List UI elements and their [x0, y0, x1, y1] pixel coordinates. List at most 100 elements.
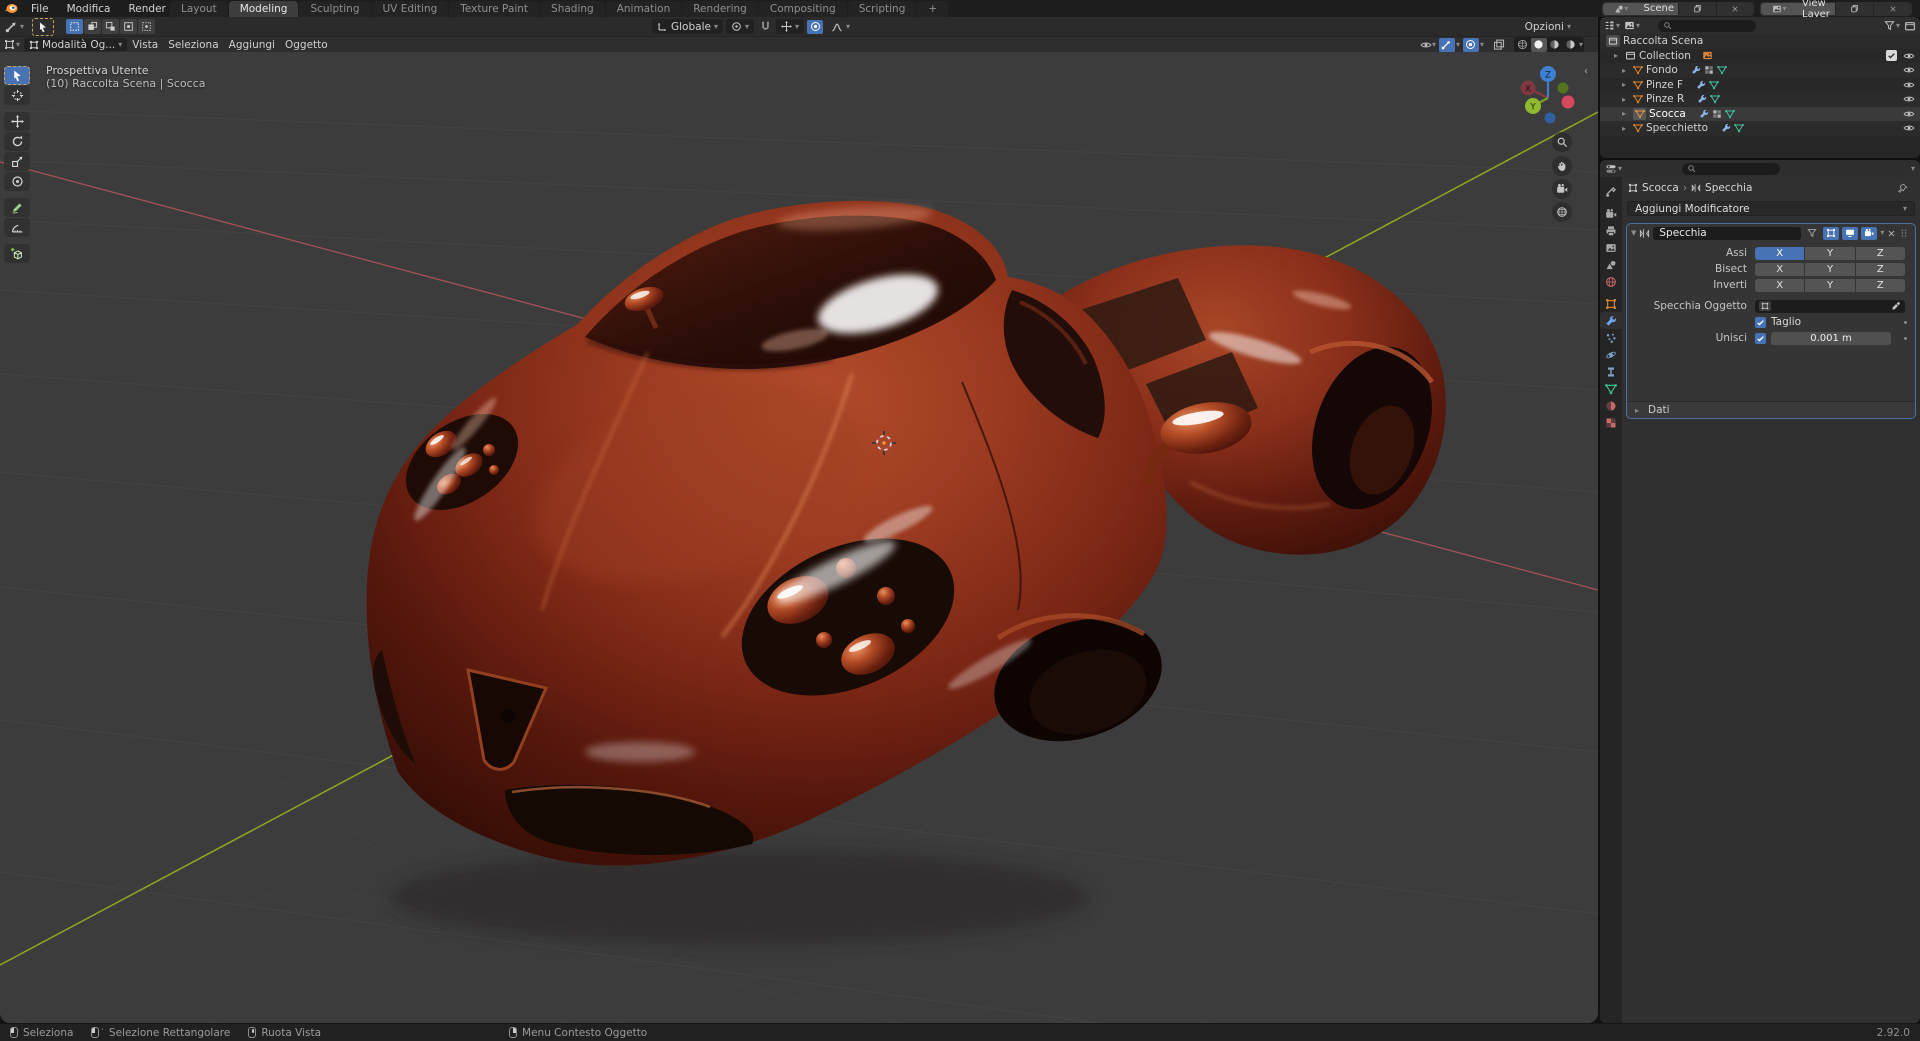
tool-scale[interactable] — [4, 152, 30, 171]
blender-logo-icon[interactable] — [0, 3, 22, 14]
hide-eye-icon[interactable] — [1903, 108, 1915, 120]
modifier-name-input[interactable]: Specchia — [1653, 226, 1802, 240]
shading-wireframe-button[interactable] — [1515, 38, 1531, 52]
axis-x-button[interactable]: X — [1755, 246, 1805, 260]
tab-compositing[interactable]: Compositing — [758, 1, 847, 17]
tab-texture-paint[interactable]: Texture Paint — [449, 1, 540, 17]
menu-aggiungi[interactable]: Aggiungi — [224, 37, 280, 52]
gizmo-neg-y-dot[interactable] — [1557, 82, 1569, 94]
outliner-display-mode-dropdown[interactable]: ▾ — [1624, 20, 1640, 31]
delete-view-layer-button[interactable] — [1873, 2, 1911, 15]
show-in-edit-mode-toggle[interactable] — [1823, 226, 1840, 240]
new-view-layer-button[interactable] — [1835, 2, 1873, 15]
tab-scene[interactable] — [1600, 256, 1622, 273]
menu-render[interactable]: Render — [119, 0, 174, 17]
tab-shading[interactable]: Shading — [540, 1, 605, 17]
outliner-row-pinze-r[interactable]: ▸ Pinze R — [1600, 92, 1920, 107]
axis-y-button[interactable]: Y — [1805, 246, 1855, 260]
properties-editor-type-dropdown[interactable]: ▾ — [1605, 163, 1622, 175]
shading-solid-button[interactable] — [1530, 37, 1547, 52]
add-modifier-dropdown[interactable]: Aggiungi Modificatore ▾ — [1627, 201, 1915, 216]
breadcrumb-modifier[interactable]: Specchia — [1705, 182, 1752, 194]
expand-arrow-icon[interactable]: ▸ — [1622, 124, 1630, 133]
tab-texture[interactable] — [1600, 414, 1622, 431]
breadcrumb-object[interactable]: Scocca — [1642, 182, 1679, 194]
tab-modifiers[interactable] — [1600, 312, 1622, 329]
car-model[interactable] — [366, 200, 1453, 945]
tool-move[interactable] — [4, 112, 30, 131]
camera-view-button[interactable] — [1552, 179, 1572, 199]
outliner-row-scocca[interactable]: ▸ Scocca — [1600, 106, 1920, 121]
outliner-row-fondo[interactable]: ▸ Fondo — [1600, 63, 1920, 78]
tab-sculpting[interactable]: Sculpting — [299, 1, 371, 17]
tool-select-box[interactable] — [4, 66, 30, 85]
flip-z-button[interactable]: Z — [1855, 278, 1905, 292]
scene-selector[interactable]: ▾ Scene — [1602, 1, 1754, 16]
menu-vista[interactable]: Vista — [127, 37, 163, 52]
hide-eye-icon[interactable] — [1903, 93, 1915, 105]
tab-layout[interactable]: Layout — [170, 1, 228, 17]
expand-arrow-icon[interactable]: ▸ — [1622, 80, 1630, 89]
expand-arrow-icon[interactable]: ▸ — [1622, 95, 1630, 104]
outliner-row-pinze-f[interactable]: ▸ Pinze F — [1600, 77, 1920, 92]
tab-material[interactable] — [1600, 397, 1622, 414]
proportional-falloff-dropdown[interactable]: ▾ — [826, 19, 855, 34]
tab-scripting[interactable]: Scripting — [847, 1, 917, 17]
drag-handle[interactable] — [1899, 228, 1909, 238]
tab-object[interactable] — [1600, 295, 1622, 312]
animate-decorator[interactable] — [1904, 320, 1907, 324]
clipping-checkbox[interactable] — [1755, 316, 1766, 328]
outliner-filter-dropdown[interactable]: ▾ — [1884, 20, 1900, 31]
tab-output[interactable] — [1600, 222, 1622, 239]
axis-z-button[interactable]: Z — [1855, 246, 1905, 260]
data-subpanel-header[interactable]: ▸ Dati — [1627, 401, 1915, 418]
hide-eye-icon[interactable] — [1903, 79, 1915, 91]
expand-arrow-icon[interactable]: ▸ — [1622, 66, 1630, 75]
view-layer-selector[interactable]: ▾ View Layer — [1760, 0, 1912, 20]
perspective-toggle-button[interactable] — [1552, 202, 1572, 222]
tab-world[interactable] — [1600, 273, 1622, 290]
select-mode-subtract-button[interactable] — [102, 19, 120, 34]
transform-orientation-dropdown[interactable]: Globale ▾ — [652, 19, 723, 34]
tab-rendering[interactable]: Rendering — [682, 1, 758, 17]
editor-type-dropdown[interactable]: ▾ — [4, 39, 20, 50]
select-mode-extend-button[interactable] — [84, 19, 102, 34]
expand-arrow-icon[interactable]: ▸ — [1622, 109, 1630, 118]
shading-rendered-button[interactable] — [1563, 38, 1579, 52]
navigation-gizmo[interactable]: Z X Y — [1516, 62, 1580, 126]
tab-constraints[interactable] — [1600, 363, 1622, 380]
modifier-extras-dropdown[interactable]: ▾ — [1880, 229, 1884, 237]
snap-toggle-button[interactable] — [757, 20, 773, 34]
delete-scene-button[interactable] — [1715, 2, 1753, 15]
tab-view-layer[interactable] — [1600, 239, 1622, 256]
menu-oggetto[interactable]: Oggetto — [280, 37, 333, 52]
xray-toggle[interactable] — [1491, 38, 1507, 52]
tab-object-data[interactable] — [1600, 380, 1622, 397]
tool-3d-cursor[interactable] — [4, 86, 30, 105]
viewport-canvas[interactable]: Prospettiva Utente (10) Raccolta Scena |… — [0, 52, 1598, 1023]
tool-fallback-dropdown[interactable]: ▾ — [5, 20, 24, 33]
select-mode-intersect-button[interactable] — [138, 19, 156, 34]
animate-decorator[interactable] — [1904, 336, 1907, 340]
panel-expand-arrow[interactable]: ▼ — [1631, 229, 1636, 237]
gizmo-neg-z-dot[interactable] — [1544, 112, 1556, 124]
tab-tool[interactable] — [1600, 183, 1622, 200]
new-collection-button[interactable] — [1904, 20, 1916, 32]
menu-modifica[interactable]: Modifica — [58, 0, 120, 17]
tab-uv-editing[interactable]: UV Editing — [371, 1, 449, 17]
tab-animation[interactable]: Animation — [605, 1, 682, 17]
snap-settings-dropdown[interactable]: ▾ — [776, 19, 805, 34]
tool-transform[interactable] — [4, 172, 30, 191]
delete-modifier-button[interactable] — [1887, 229, 1896, 238]
zoom-view-button[interactable] — [1552, 132, 1572, 152]
render-checkbox[interactable] — [1886, 50, 1897, 62]
show-on-cage-toggle[interactable] — [1804, 227, 1820, 240]
active-tool-select-box-button[interactable] — [32, 17, 55, 36]
outliner-row-specchietto[interactable]: ▸ Specchietto — [1600, 121, 1920, 136]
bisect-x-button[interactable]: X — [1755, 262, 1805, 276]
tab-physics[interactable] — [1600, 346, 1622, 363]
tool-rotate[interactable] — [4, 132, 30, 151]
overlays-dropdown[interactable]: ▾ — [1462, 37, 1484, 52]
scene-name[interactable]: Scene — [1639, 2, 1678, 15]
flip-x-button[interactable]: X — [1755, 278, 1805, 292]
